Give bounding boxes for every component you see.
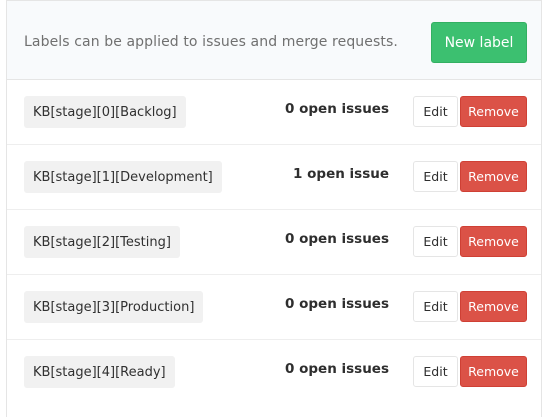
- label-row: KB[stage][0][Backlog] 0 open issues Edit…: [7, 80, 541, 145]
- label-chip[interactable]: KB[stage][3][Production]: [24, 291, 204, 323]
- labels-panel: Labels can be applied to issues and merg…: [6, 0, 542, 417]
- edit-button[interactable]: Edit: [413, 291, 458, 322]
- label-row: KB[stage][4][Ready] 0 open issues Edit R…: [7, 340, 541, 405]
- label-chip[interactable]: KB[stage][1][Development]: [24, 161, 222, 193]
- open-issues-count[interactable]: 0 open issues: [285, 101, 389, 117]
- edit-button[interactable]: Edit: [413, 161, 458, 192]
- label-row: KB[stage][1][Development] 1 open issue E…: [7, 145, 541, 210]
- open-issues-count[interactable]: 0 open issues: [285, 231, 389, 247]
- remove-button[interactable]: Remove: [460, 291, 527, 322]
- label-row: KB[stage][2][Testing] 0 open issues Edit…: [7, 210, 541, 275]
- labels-description: Labels can be applied to issues and merg…: [24, 34, 398, 50]
- new-label-button[interactable]: New label: [431, 22, 527, 63]
- label-chip[interactable]: KB[stage][4][Ready]: [24, 356, 175, 388]
- remove-button[interactable]: Remove: [460, 161, 527, 192]
- remove-button[interactable]: Remove: [460, 356, 527, 387]
- open-issues-count[interactable]: 0 open issues: [285, 296, 389, 312]
- labels-header: Labels can be applied to issues and merg…: [7, 0, 541, 80]
- edit-button[interactable]: Edit: [413, 356, 458, 387]
- label-chip[interactable]: KB[stage][0][Backlog]: [24, 96, 186, 128]
- edit-button[interactable]: Edit: [413, 96, 458, 127]
- open-issues-count[interactable]: 1 open issue: [293, 166, 389, 182]
- remove-button[interactable]: Remove: [460, 96, 527, 127]
- remove-button[interactable]: Remove: [460, 226, 527, 257]
- label-row: KB[stage][3][Production] 0 open issues E…: [7, 275, 541, 340]
- edit-button[interactable]: Edit: [413, 226, 458, 257]
- label-chip[interactable]: KB[stage][2][Testing]: [24, 226, 180, 258]
- open-issues-count[interactable]: 0 open issues: [285, 361, 389, 377]
